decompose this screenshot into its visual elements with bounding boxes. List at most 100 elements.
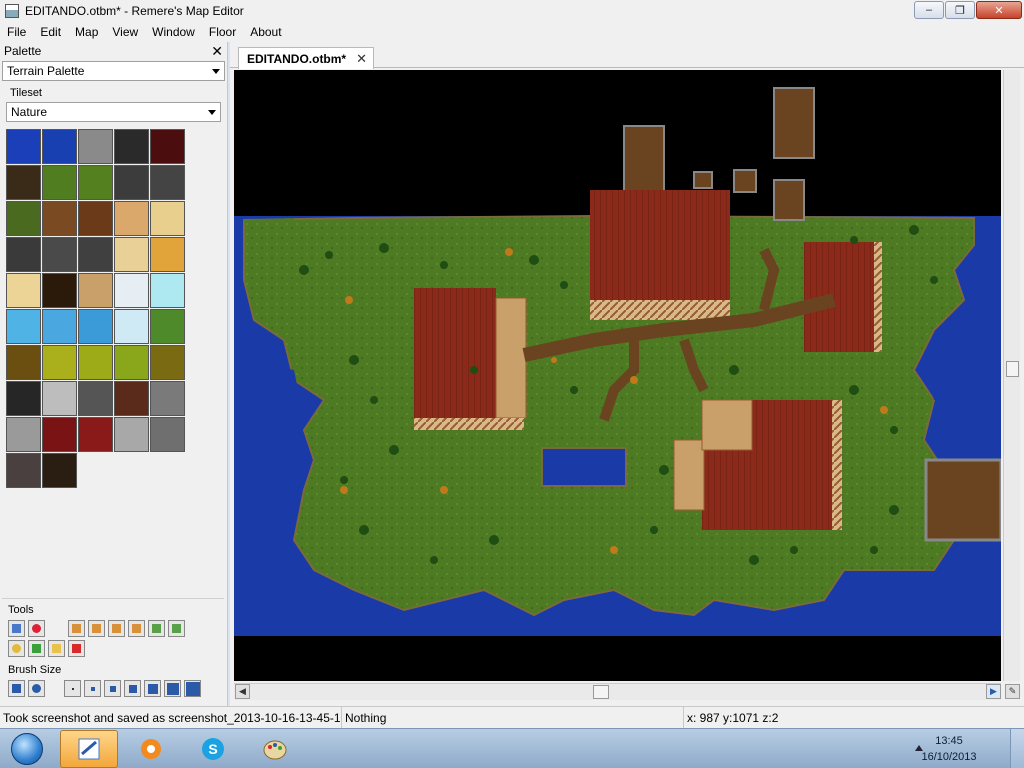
palette-tile[interactable]: [42, 273, 77, 308]
palette-tile[interactable]: [42, 417, 77, 452]
palette-tile[interactable]: [6, 165, 41, 200]
pencil-icon[interactable]: ✎: [1005, 684, 1020, 699]
palette-type-select[interactable]: Terrain Palette: [2, 61, 225, 81]
tool-border-button[interactable]: [68, 620, 85, 637]
palette-tile[interactable]: [78, 129, 113, 164]
palette-tile[interactable]: [78, 165, 113, 200]
brush-size-1-button[interactable]: [64, 680, 81, 697]
palette-tile[interactable]: [78, 345, 113, 380]
palette-tile[interactable]: [114, 165, 149, 200]
menu-file[interactable]: File: [0, 22, 33, 42]
horizontal-scroll-thumb[interactable]: [593, 685, 609, 699]
tab-editando[interactable]: EDITANDO.otbm* ✕: [238, 47, 375, 69]
palette-close-icon[interactable]: ✕: [211, 44, 223, 58]
palette-tile[interactable]: [6, 201, 41, 236]
show-desktop-button[interactable]: [1010, 729, 1024, 768]
menu-edit[interactable]: Edit: [33, 22, 68, 42]
tileset-select[interactable]: Nature: [6, 102, 221, 122]
palette-tile[interactable]: [42, 381, 77, 416]
close-button[interactable]: ✕: [976, 1, 1022, 19]
palette-tile[interactable]: [114, 201, 149, 236]
tool-border-3-button[interactable]: [108, 620, 125, 637]
taskbar-paint[interactable]: [246, 730, 304, 768]
palette-tile[interactable]: [78, 417, 113, 452]
palette-tile[interactable]: [150, 345, 185, 380]
palette-tile[interactable]: [114, 417, 149, 452]
palette-tile[interactable]: [78, 309, 113, 344]
horizontal-scrollbar[interactable]: ◀: [234, 683, 1001, 700]
brush-size-7-button[interactable]: [184, 680, 201, 697]
palette-tile[interactable]: [150, 309, 185, 344]
palette-tile[interactable]: [114, 345, 149, 380]
menu-floor[interactable]: Floor: [202, 22, 243, 42]
taskbar-skype[interactable]: S: [184, 730, 242, 768]
status-position: x: 987 y:1071 z:2: [687, 710, 779, 725]
menu-view[interactable]: View: [105, 22, 145, 42]
palette-tile[interactable]: [150, 237, 185, 272]
palette-tile[interactable]: [42, 129, 77, 164]
tool-normal-button[interactable]: [8, 620, 25, 637]
palette-tile[interactable]: [114, 309, 149, 344]
tool-nologout-button[interactable]: [48, 640, 65, 657]
start-button[interactable]: [4, 731, 50, 767]
palette-tile[interactable]: [150, 417, 185, 452]
scroll-left-icon[interactable]: ◀: [235, 684, 250, 699]
palette-tile[interactable]: [42, 237, 77, 272]
palette-tile[interactable]: [6, 417, 41, 452]
palette-tile[interactable]: [150, 165, 185, 200]
brush-size-5-button[interactable]: [144, 680, 161, 697]
taskbar-remeres-map-editor[interactable]: [60, 730, 118, 768]
palette-tile[interactable]: [6, 273, 41, 308]
tool-optional-border-button[interactable]: [148, 620, 165, 637]
palette-tile[interactable]: [42, 165, 77, 200]
palette-tile[interactable]: [150, 129, 185, 164]
clock[interactable]: 13:45 16/10/2013: [904, 733, 994, 765]
tool-nopvp-button[interactable]: [28, 640, 45, 657]
palette-tile[interactable]: [78, 273, 113, 308]
palette-tile[interactable]: [42, 201, 77, 236]
taskbar-avast[interactable]: [122, 730, 180, 768]
palette-tile[interactable]: [42, 309, 77, 344]
palette-tile[interactable]: [114, 273, 149, 308]
tool-wall-button[interactable]: [168, 620, 185, 637]
menu-window[interactable]: Window: [145, 22, 202, 42]
brush-size-2-button[interactable]: [84, 680, 101, 697]
menu-map[interactable]: Map: [68, 22, 105, 42]
tool-pz-button[interactable]: [8, 640, 25, 657]
palette-tile[interactable]: [6, 381, 41, 416]
palette-tile[interactable]: [114, 237, 149, 272]
menu-about[interactable]: About: [243, 22, 288, 42]
brush-shape-square-button[interactable]: [8, 680, 25, 697]
tool-border-4-button[interactable]: [128, 620, 145, 637]
palette-tile[interactable]: [6, 237, 41, 272]
palette-tile[interactable]: [78, 201, 113, 236]
palette-tile[interactable]: [42, 453, 77, 488]
palette-tile[interactable]: [6, 345, 41, 380]
palette-tile[interactable]: [114, 129, 149, 164]
palette-tile[interactable]: [6, 453, 41, 488]
tool-pvpzone-button[interactable]: [68, 640, 85, 657]
scroll-right-icon[interactable]: ▶: [986, 684, 1001, 699]
palette-tile[interactable]: [150, 273, 185, 308]
palette-tile[interactable]: [42, 345, 77, 380]
palette-tile[interactable]: [78, 237, 113, 272]
brush-size-label: Brush Size: [8, 664, 62, 676]
map-canvas[interactable]: [234, 70, 1001, 681]
brush-size-3-button[interactable]: [104, 680, 121, 697]
palette-tile[interactable]: [150, 201, 185, 236]
brush-size-4-button[interactable]: [124, 680, 141, 697]
close-icon[interactable]: ✕: [356, 51, 367, 67]
restore-button[interactable]: ❐: [945, 1, 975, 19]
palette-tile[interactable]: [114, 381, 149, 416]
brush-size-6-button[interactable]: [164, 680, 181, 697]
tool-eraser-button[interactable]: [28, 620, 45, 637]
palette-tile[interactable]: [78, 381, 113, 416]
palette-tile[interactable]: [6, 309, 41, 344]
palette-tile[interactable]: [150, 381, 185, 416]
palette-tile[interactable]: [6, 129, 41, 164]
vertical-scrollbar[interactable]: [1003, 70, 1020, 681]
vertical-scroll-thumb[interactable]: [1006, 361, 1019, 377]
brush-shape-circle-button[interactable]: [28, 680, 45, 697]
minimize-button[interactable]: –: [914, 1, 944, 19]
tool-border-2-button[interactable]: [88, 620, 105, 637]
